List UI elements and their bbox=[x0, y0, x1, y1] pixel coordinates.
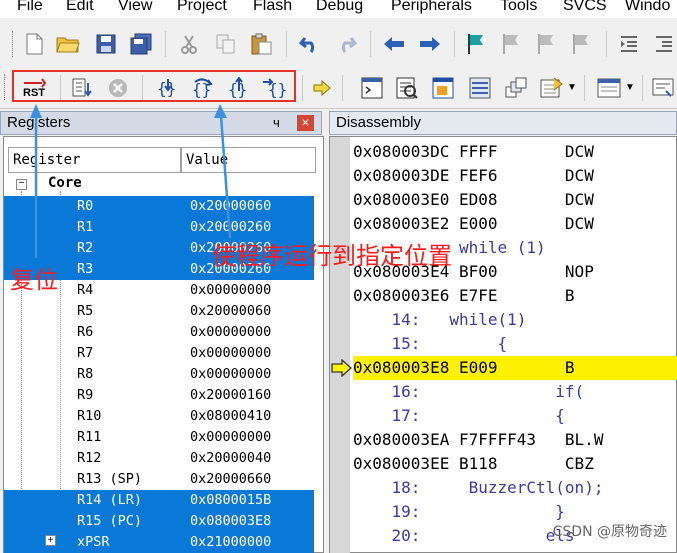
watermark: CSDN @原物奇迹 bbox=[552, 524, 667, 540]
annotation-run-to: 使程序运行到指定位置 bbox=[212, 242, 452, 270]
annotation-reset: 复位 bbox=[10, 266, 58, 294]
annotation-arrows bbox=[30, 104, 232, 258]
